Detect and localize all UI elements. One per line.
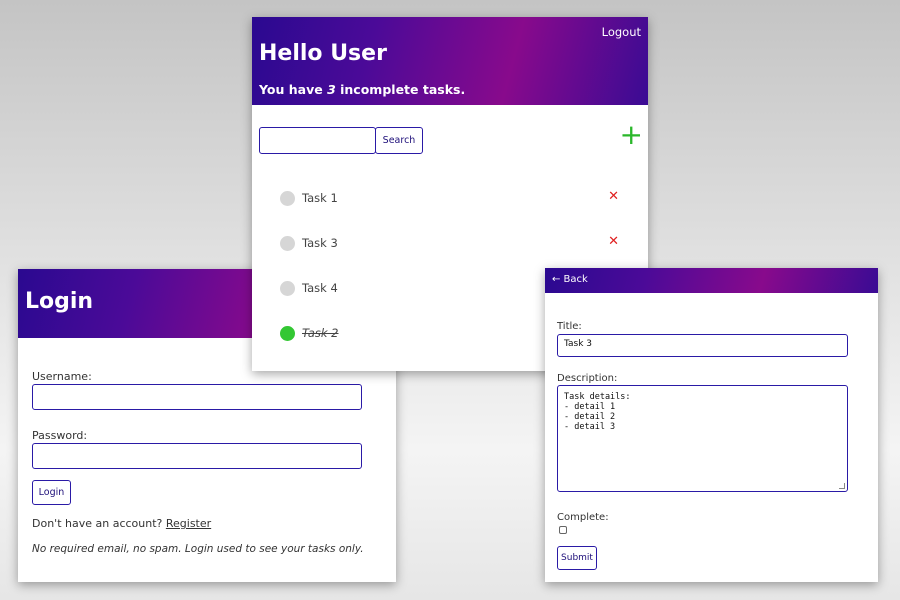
login-button[interactable]: Login [32,480,71,505]
complete-checkbox[interactable] [559,526,567,534]
greeting-title: Hello User [259,41,387,66]
plus-icon[interactable]: + [620,121,643,149]
status-dot-icon[interactable] [280,280,295,296]
username-label: Username: [32,370,92,383]
detail-header: ← Back [545,268,878,293]
incomplete-count: 3 [327,82,336,97]
task-summary: You have 3 incomplete tasks. [259,82,465,97]
logout-link[interactable]: Logout [602,25,641,39]
close-icon[interactable]: ✕ [608,190,619,203]
status-dot-icon[interactable] [280,325,295,341]
description-field[interactable]: Task details: - detail 1 - detail 2 - de… [557,385,848,492]
complete-label: Complete: [557,512,609,523]
no-account-text: Don't have an account? [32,517,163,530]
description-text: Task details: - detail 1 - detail 2 - de… [564,392,631,432]
search-button[interactable]: Search [375,127,423,154]
search-input[interactable] [259,127,376,154]
description-label: Description: [557,373,618,384]
task-name: Task 4 [302,281,338,295]
login-note: No required email, no spam. Login used t… [32,543,364,555]
close-icon[interactable]: ✕ [608,235,619,248]
status-dot-icon[interactable] [280,190,295,206]
password-label: Password: [32,429,88,442]
username-field[interactable] [32,384,362,410]
task-name: Task 2 [302,326,339,340]
register-line: Don't have an account? Register [32,517,211,530]
password-field[interactable] [32,443,362,469]
task-name: Task 1 [302,191,338,205]
resize-handle-icon[interactable] [839,483,845,489]
title-label: Title: [557,321,582,332]
tasks-header: Logout Hello User You have 3 incomplete … [252,17,648,105]
title-field[interactable]: Task 3 [557,334,848,357]
task-item[interactable]: Task 1 ✕ [280,188,625,208]
register-link[interactable]: Register [166,517,211,530]
task-detail-card: ← Back Title: Task 3 Description: Task d… [545,268,878,582]
status-dot-icon[interactable] [280,235,295,251]
back-link[interactable]: ← Back [552,274,588,285]
summary-suffix: incomplete tasks. [340,82,466,97]
submit-button[interactable]: Submit [557,546,597,570]
task-item[interactable]: Task 3 ✕ [280,233,625,253]
summary-prefix: You have [259,82,323,97]
task-name: Task 3 [302,236,338,250]
